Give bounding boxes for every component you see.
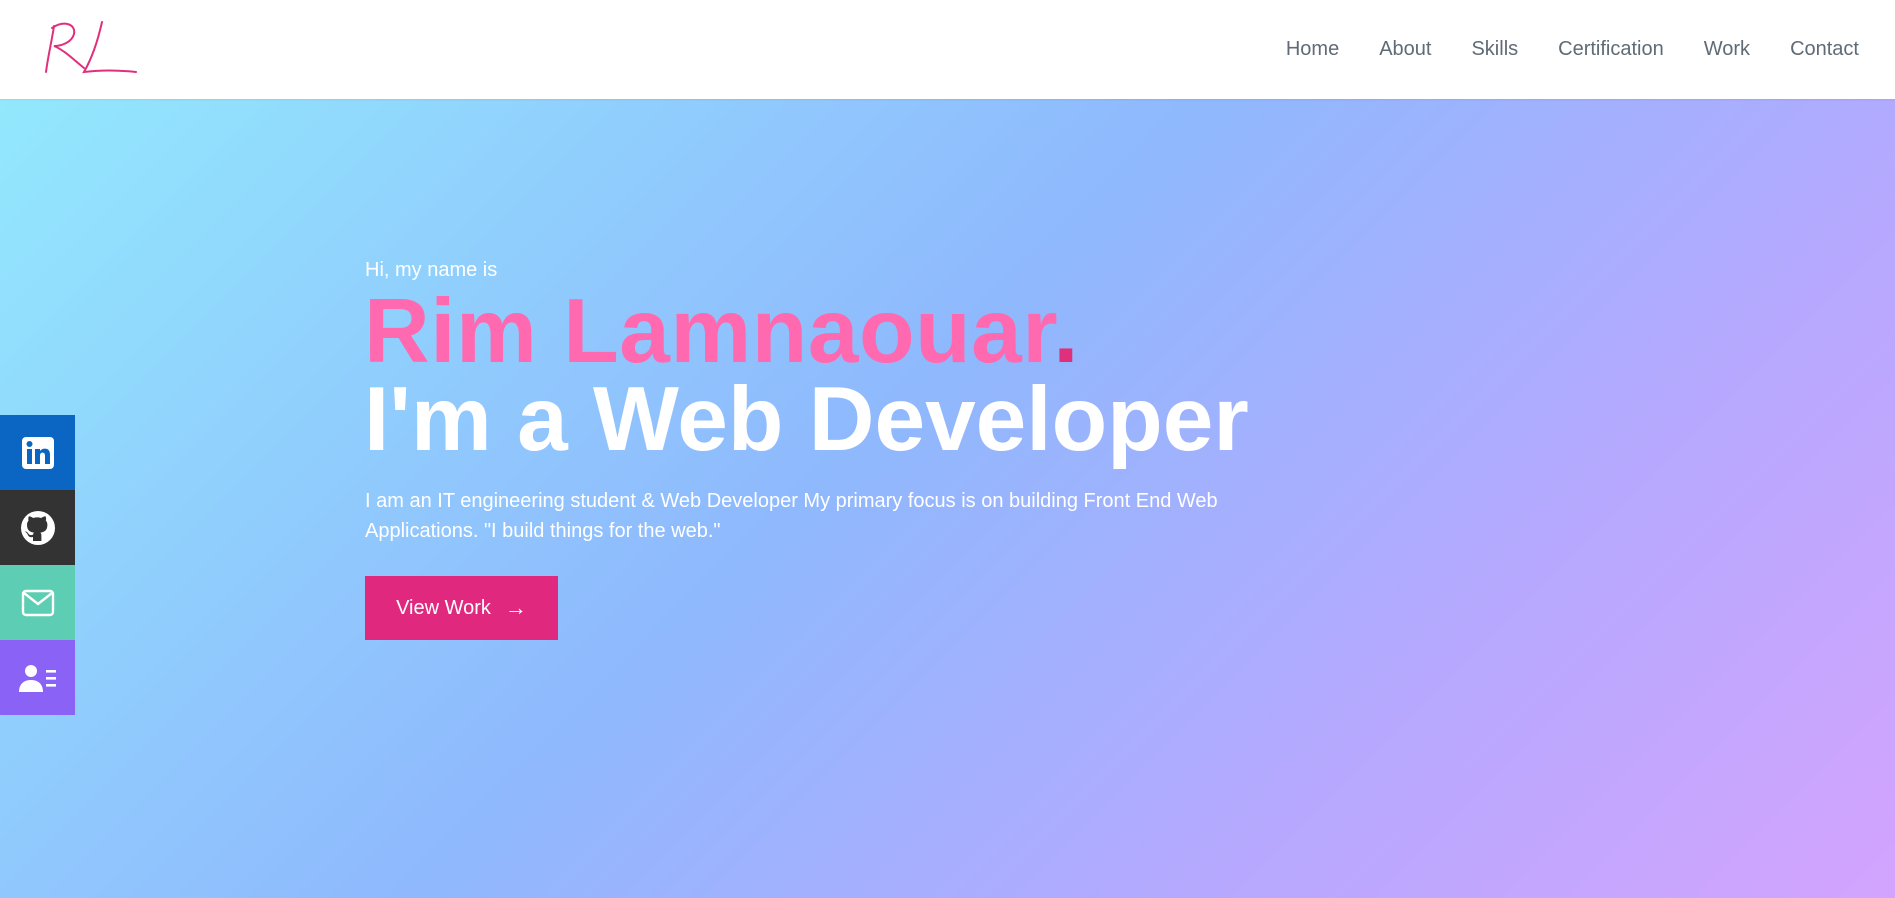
hero-name-dot: . [1053,281,1079,382]
hero-name: Rim Lamnaouar. [364,282,1079,382]
hero-intro: Hi, my name is [365,259,498,281]
nav-work[interactable]: Work [1704,38,1750,61]
hero-description: I am an IT engineering student & Web Dev… [365,490,1218,542]
main-nav: Home About Skills Certification Work Con… [1246,0,1859,99]
arrow-right-icon: → [504,595,527,620]
social-sidebar [0,415,75,715]
linkedin-icon [21,436,54,469]
resume-icon [18,664,56,692]
resume-button[interactable] [0,640,75,715]
hero-name-text: Rim Lamnaouar [364,281,1054,382]
logo[interactable] [44,20,140,80]
logo-signature-icon [45,21,137,74]
nav-skills[interactable]: Skills [1471,38,1518,61]
view-work-label: View Work [396,596,491,619]
github-icon [20,510,55,545]
nav-contact[interactable]: Contact [1790,38,1859,61]
linkedin-button[interactable] [0,415,75,490]
nav-about[interactable]: About [1379,38,1431,61]
site-header: Home About Skills Certification Work Con… [0,0,1895,99]
portfolio-page: Home About Skills Certification Work Con… [0,0,1895,898]
nav-home[interactable]: Home [1286,38,1339,61]
nav-certification[interactable]: Certification [1558,38,1664,61]
mail-icon [21,589,54,616]
view-work-button[interactable]: View Work → [365,576,558,640]
mail-button[interactable] [0,565,75,640]
github-button[interactable] [0,490,75,565]
hero-role: I'm a Web Developer [364,369,1249,470]
